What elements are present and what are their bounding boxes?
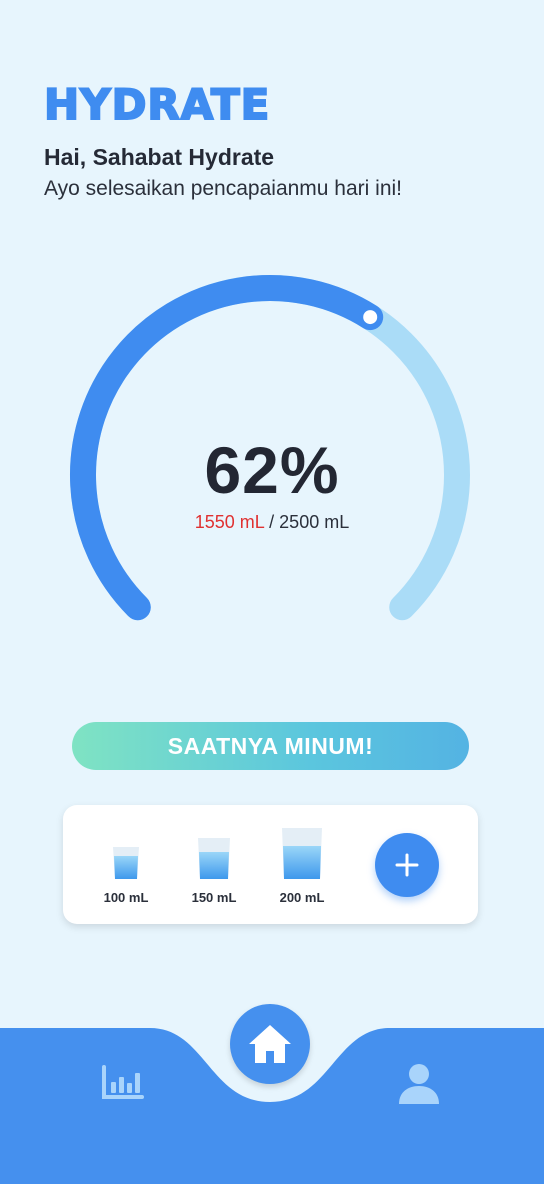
- add-custom-amount-button[interactable]: [375, 833, 439, 897]
- cup-150ml-button[interactable]: 150 mL: [187, 835, 241, 905]
- app-logo: HYDRATE: [43, 80, 271, 129]
- greeting-subtitle: Ayo selesaikan pencapaianmu hari ini!: [44, 177, 403, 200]
- progress-amounts: 1550 mL / 2500 mL: [0, 512, 544, 533]
- greeting-title: Hai, Sahabat Hydrate: [44, 144, 275, 170]
- nav-statistics-button[interactable]: [100, 1063, 146, 1103]
- gauge-knob: [359, 306, 382, 329]
- glass-icon: [113, 847, 139, 879]
- glass-icon: [198, 838, 230, 879]
- target-amount: 2500 mL: [279, 512, 350, 532]
- amount-separator: /: [264, 512, 280, 532]
- cup-100ml-button[interactable]: 100 mL: [100, 843, 152, 905]
- cup-200ml-button[interactable]: 200 mL: [274, 826, 330, 905]
- consumed-amount: 1550 mL: [194, 512, 265, 532]
- cup-label: 150 mL: [191, 890, 237, 905]
- cup-label: 200 mL: [279, 890, 325, 905]
- glass-icon: [282, 828, 322, 879]
- cup-label: 100 mL: [103, 890, 149, 905]
- nav-home-button[interactable]: [230, 1004, 310, 1084]
- progress-percent: 62%: [204, 433, 340, 507]
- nav-profile-button[interactable]: [396, 1060, 442, 1106]
- drink-now-button[interactable]: SAATNYA MINUM!: [72, 722, 469, 770]
- bar-chart-icon: [102, 1065, 144, 1099]
- plus-icon: [395, 853, 419, 877]
- home-icon: [249, 1025, 291, 1063]
- user-icon: [399, 1064, 439, 1104]
